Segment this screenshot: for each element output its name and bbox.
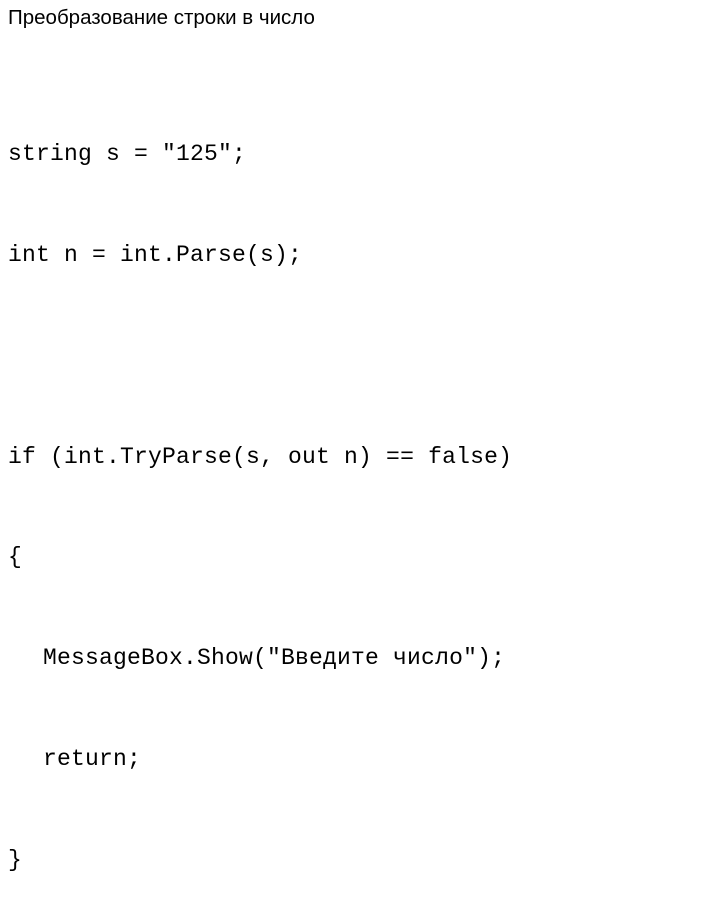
slide-title: Преобразование строки в число [8, 6, 315, 29]
code-line: int n = int.Parse(s); [8, 241, 303, 268]
code-block: string s = "125"; int n = int.Parse(s); … [8, 71, 512, 911]
code-line: if (int.TryParse(s, out n) == false) [8, 443, 513, 470]
code-line: string s = "125"; [8, 141, 247, 168]
code-line: } [8, 846, 23, 873]
code-line: return; [43, 745, 142, 772]
code-line: { [8, 544, 23, 571]
code-line: MessageBox.Show("Введите число"); [43, 645, 506, 672]
